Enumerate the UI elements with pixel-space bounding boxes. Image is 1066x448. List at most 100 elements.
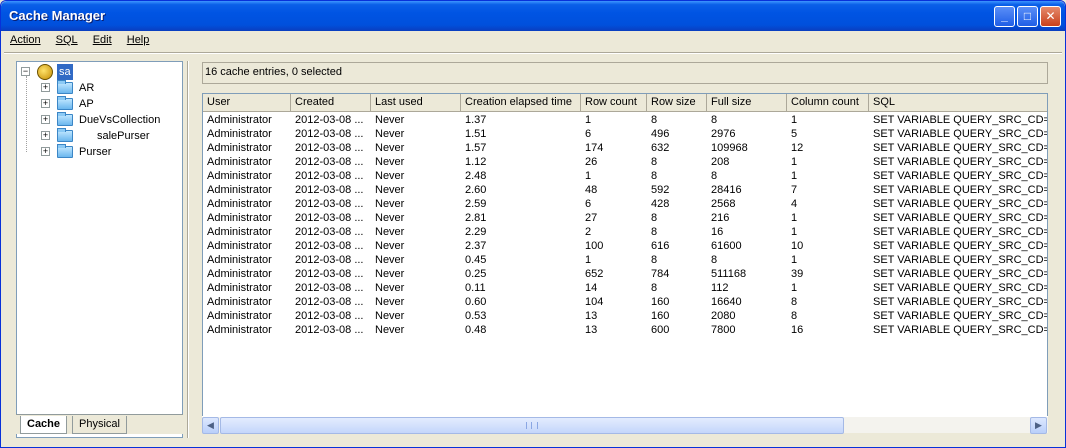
column-header-last-used[interactable]: Last used: [371, 94, 461, 112]
table-header: User Created Last used Creation elapsed …: [203, 94, 1047, 112]
table-row[interactable]: Administrator 2012-03-08 ... Never 1.51 6 496…: [203, 127, 1048, 141]
scroll-thumb[interactable]: [220, 417, 844, 434]
column-header-row-size[interactable]: Row size: [647, 94, 707, 112]
cell-full-size: 511168: [711, 268, 747, 280]
maximize-icon: □: [1023, 9, 1032, 23]
cell-creation-elapsed-time: 0.48: [465, 324, 487, 336]
expand-icon[interactable]: +: [41, 147, 50, 156]
table-row[interactable]: Administrator 2012-03-08 ... Never 0.25 652 7…: [203, 267, 1047, 281]
horizontal-scrollbar[interactable]: ◀ ▶: [202, 416, 1048, 434]
cell-full-size: 16640: [711, 296, 742, 308]
cell-last-used: Never: [375, 184, 405, 196]
cell-last-used: Never: [375, 128, 405, 140]
cell-user: Administrator: [207, 268, 272, 280]
tab-physical[interactable]: Physical: [72, 416, 127, 434]
table-row[interactable]: Administrator 2012-03-08 ... Never 2.48 1 8 8 1…: [203, 169, 1047, 183]
table-row[interactable]: Administrator 2012-03-08 ... Never 2.60 48 59…: [203, 183, 1047, 197]
table-row[interactable]: Administrator 2012-03-08 ... Never 0.45 1 8 8 1…: [203, 253, 1048, 267]
cell-column-count: 39: [791, 268, 804, 280]
tree-item-label: AR: [79, 82, 95, 94]
tree-item-label: AP: [79, 98, 94, 110]
table-row[interactable]: Administrator 2012-03-08 ... Never 2.59 6 428…: [203, 197, 1047, 211]
minimize-button[interactable]: _: [994, 6, 1015, 27]
cell-user: Administrator: [207, 184, 272, 196]
cell-column-count: 5: [791, 128, 798, 140]
cell-full-size: 2976: [711, 128, 736, 140]
cell-full-size: 16: [711, 226, 724, 238]
expand-icon[interactable]: +: [41, 115, 50, 124]
table-row[interactable]: Administrator 2012-03-08 ... Never 0.11 14 8 1…: [203, 281, 1047, 295]
table-row[interactable]: Administrator 2012-03-08 ... Never 2.29 2 8 16…: [203, 225, 1047, 239]
cell-column-count: 4: [791, 198, 798, 210]
cell-row-size: 8: [651, 170, 658, 182]
cell-full-size: 109968: [711, 142, 748, 154]
cell-row-size: 8: [651, 114, 658, 126]
cell-created: 2012-03-08 ...: [295, 198, 364, 210]
column-header-column-count[interactable]: Column count: [787, 94, 869, 112]
cell-last-used: Never: [375, 142, 405, 154]
maximize-button[interactable]: □: [1017, 6, 1038, 27]
cell-full-size: 2568: [711, 198, 736, 210]
cell-row-count: 13: [585, 324, 598, 336]
cell-row-count: 1: [585, 114, 592, 126]
menu-action[interactable]: Action: [4, 31, 47, 46]
cell-full-size: 7800: [711, 324, 736, 336]
cell-row-size: 160: [651, 310, 670, 322]
cell-sql: SET VARIABLE QUERY_SRC_CD=: [873, 212, 1048, 224]
cell-user: Administrator: [207, 156, 272, 168]
cell-last-used: Never: [375, 296, 405, 308]
close-button[interactable]: ✕: [1040, 6, 1061, 27]
cell-column-count: 10: [791, 240, 804, 252]
title-bar[interactable]: Cache Manager _ □ ✕: [1, 1, 1065, 31]
pane-splitter[interactable]: [187, 61, 189, 438]
cache-entries-table[interactable]: User Created Last used Creation elapsed …: [202, 93, 1048, 433]
cell-sql: SET VARIABLE QUERY_SRC_CD=: [873, 254, 1048, 266]
expand-icon[interactable]: +: [41, 131, 50, 140]
table-row[interactable]: Administrator 2012-03-08 ... Never 1.37 1 8 8 1…: [203, 113, 1047, 127]
expand-icon[interactable]: +: [41, 99, 50, 108]
table-row[interactable]: Administrator 2012-03-08 ... Never 1.12 26 8 2…: [203, 155, 1047, 169]
tree-root-label: sa: [57, 64, 73, 80]
table-row[interactable]: Administrator 2012-03-08 ... Never 2.37 100 6…: [203, 239, 1047, 253]
cell-full-size: 2080: [711, 310, 736, 322]
column-header-row-count[interactable]: Row count: [581, 94, 647, 112]
cell-created: 2012-03-08 ...: [295, 324, 364, 336]
column-header-created[interactable]: Created: [291, 94, 371, 112]
table-row[interactable]: Administrator 2012-03-08 ... Never 0.48 13 60…: [203, 323, 1047, 337]
expand-icon[interactable]: +: [41, 83, 50, 92]
table-row[interactable]: Administrator 2012-03-08 ... Never 0.53 13 16…: [203, 309, 1047, 323]
cell-creation-elapsed-time: 2.60: [465, 184, 487, 196]
status-text: 16 cache entries, 0 selected: [202, 62, 1048, 84]
table-row[interactable]: Administrator 2012-03-08 ... Never 2.81 27 8 2…: [203, 211, 1048, 225]
cell-created: 2012-03-08 ...: [295, 240, 364, 252]
column-header-user[interactable]: User: [203, 94, 291, 112]
tree-line: [26, 76, 27, 152]
menu-help[interactable]: Help: [121, 31, 156, 46]
cell-last-used: Never: [375, 310, 405, 322]
tab-cache[interactable]: Cache: [20, 416, 68, 434]
cell-sql: SET VARIABLE QUERY_SRC_CD=: [873, 128, 1048, 140]
menu-edit[interactable]: Edit: [87, 31, 118, 46]
menu-sql[interactable]: SQL: [50, 31, 84, 46]
cell-user: Administrator: [207, 324, 272, 336]
table-row[interactable]: Administrator 2012-03-08 ... Never 0.60 104 1…: [203, 295, 1047, 309]
collapse-icon[interactable]: −: [21, 67, 30, 76]
cell-row-size: 632: [651, 142, 670, 154]
cell-creation-elapsed-time: 0.53: [465, 310, 487, 322]
column-header-sql[interactable]: SQL: [869, 94, 1047, 112]
scroll-right-button[interactable]: ▶: [1030, 417, 1047, 434]
arrow-right-icon: ▶: [1035, 420, 1042, 430]
cell-column-count: 1: [791, 114, 798, 126]
close-icon: ✕: [1045, 9, 1056, 23]
cache-manager-window: Cache Manager _ □ ✕ Action SQL Edit Help…: [0, 0, 1066, 448]
cell-last-used: Never: [375, 114, 405, 126]
cell-user: Administrator: [207, 114, 272, 126]
cache-tree[interactable]: − sa + AR + AP + DueVsCollection + saleP…: [16, 61, 183, 438]
cell-column-count: 1: [791, 226, 798, 238]
column-header-creation-elapsed-time[interactable]: Creation elapsed time: [461, 94, 581, 112]
scroll-left-button[interactable]: ◀: [202, 417, 219, 434]
table-row[interactable]: Administrator 2012-03-08 ... Never 1.57 174 6…: [203, 141, 1047, 155]
column-header-full-size[interactable]: Full size: [707, 94, 787, 112]
cell-row-count: 48: [585, 184, 598, 196]
cell-column-count: 8: [791, 296, 798, 308]
